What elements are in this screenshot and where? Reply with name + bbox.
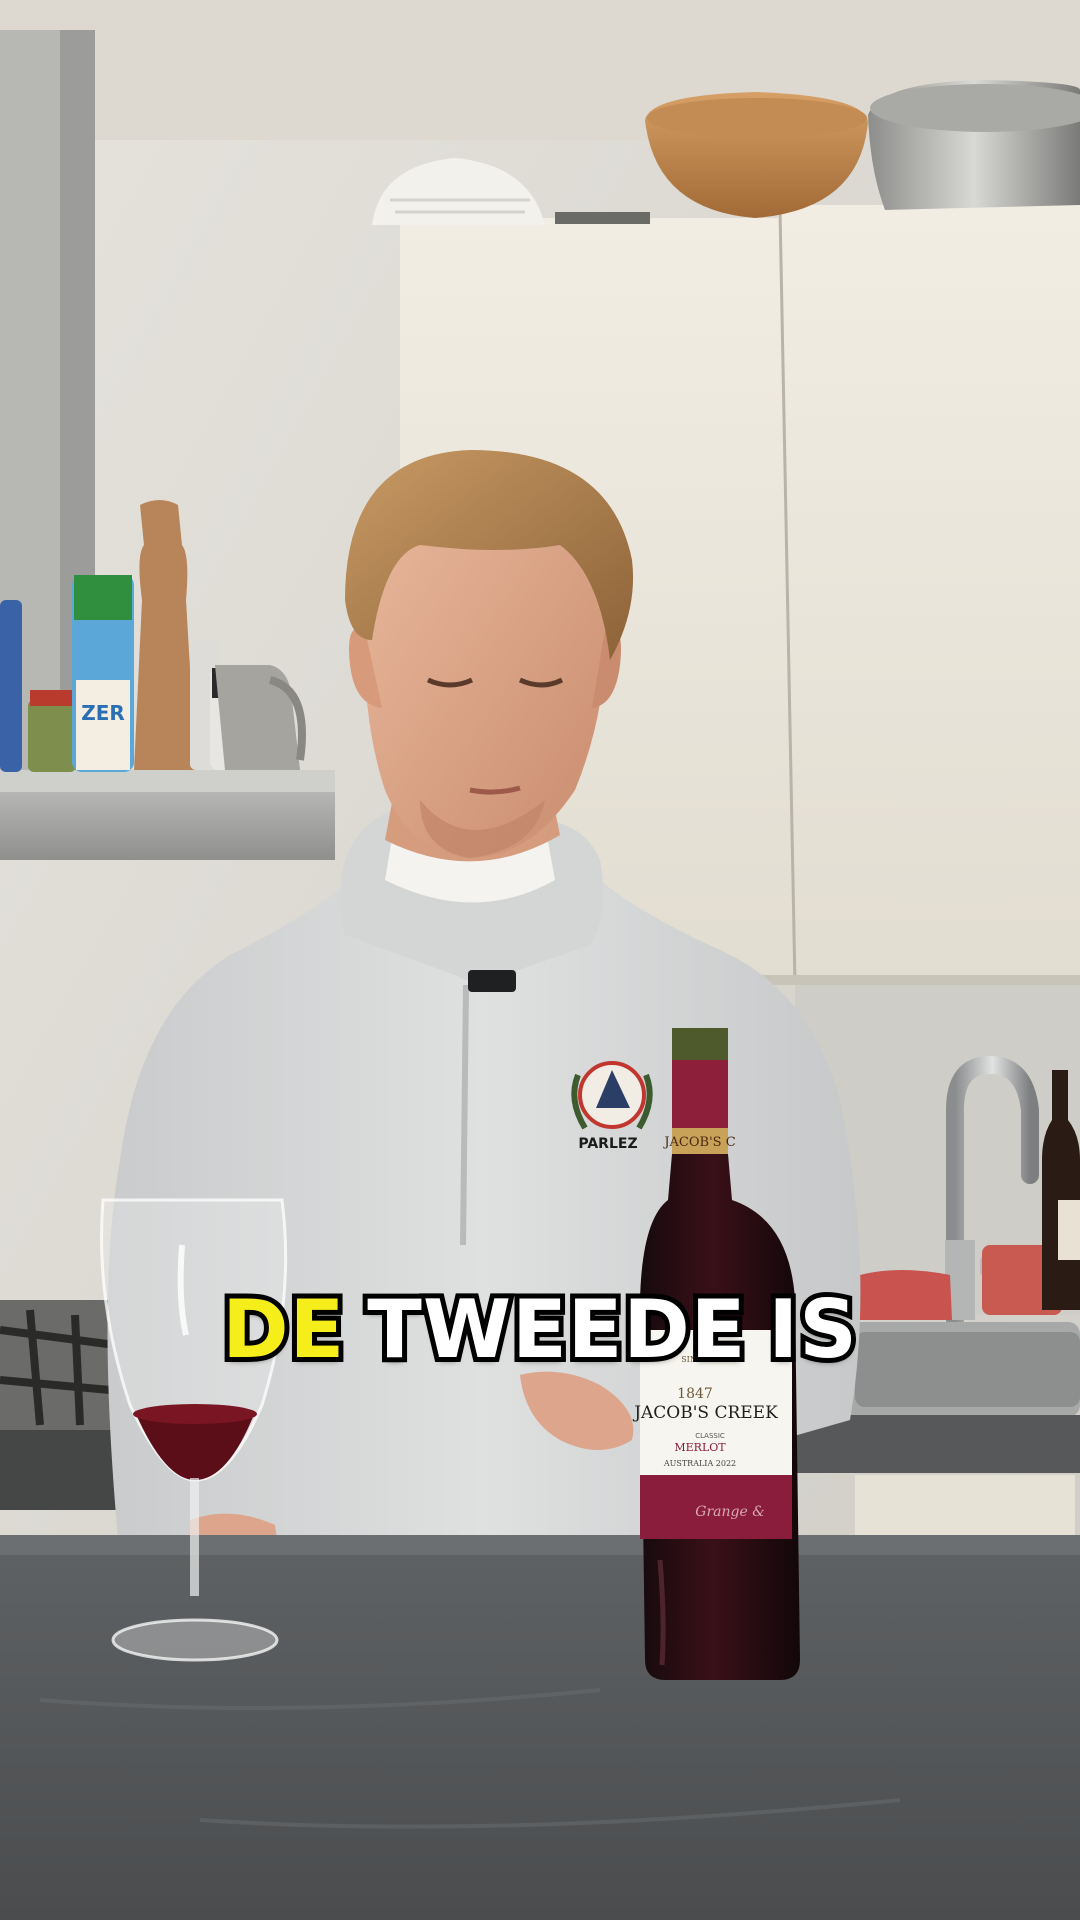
bottle-year: 1847 <box>677 1386 713 1402</box>
sweatshirt-logo-text: PARLEZ <box>578 1136 637 1152</box>
svg-text:CLASSIC: CLASSIC <box>695 1432 725 1440</box>
bottle-brand: JACOB'S CREEK <box>632 1403 778 1423</box>
neck-label-text: JACOB'S C <box>662 1135 735 1150</box>
subtitle-caption: DE TWEEDE IS <box>0 1280 1080 1380</box>
caption-word-2: TWEEDE <box>362 1280 750 1380</box>
countertop <box>0 1555 1080 1920</box>
zipper <box>460 984 469 1246</box>
bottle-varietal: MERLOT <box>674 1441 726 1454</box>
svg-text:Grange &: Grange & <box>695 1504 764 1520</box>
bottle-origin: AUSTRALIA 2022 <box>663 1459 736 1468</box>
caption-word-1: DE <box>217 1280 349 1380</box>
caption-word-3: IS <box>763 1280 861 1380</box>
bottle-capsule <box>672 1060 728 1130</box>
kitchen-scene: ZER PARLEZ JACOB'S C SINCE 1847 JACOB'S … <box>0 0 1080 1920</box>
svg-text:ZER: ZER <box>81 701 125 725</box>
kettle <box>215 665 300 770</box>
